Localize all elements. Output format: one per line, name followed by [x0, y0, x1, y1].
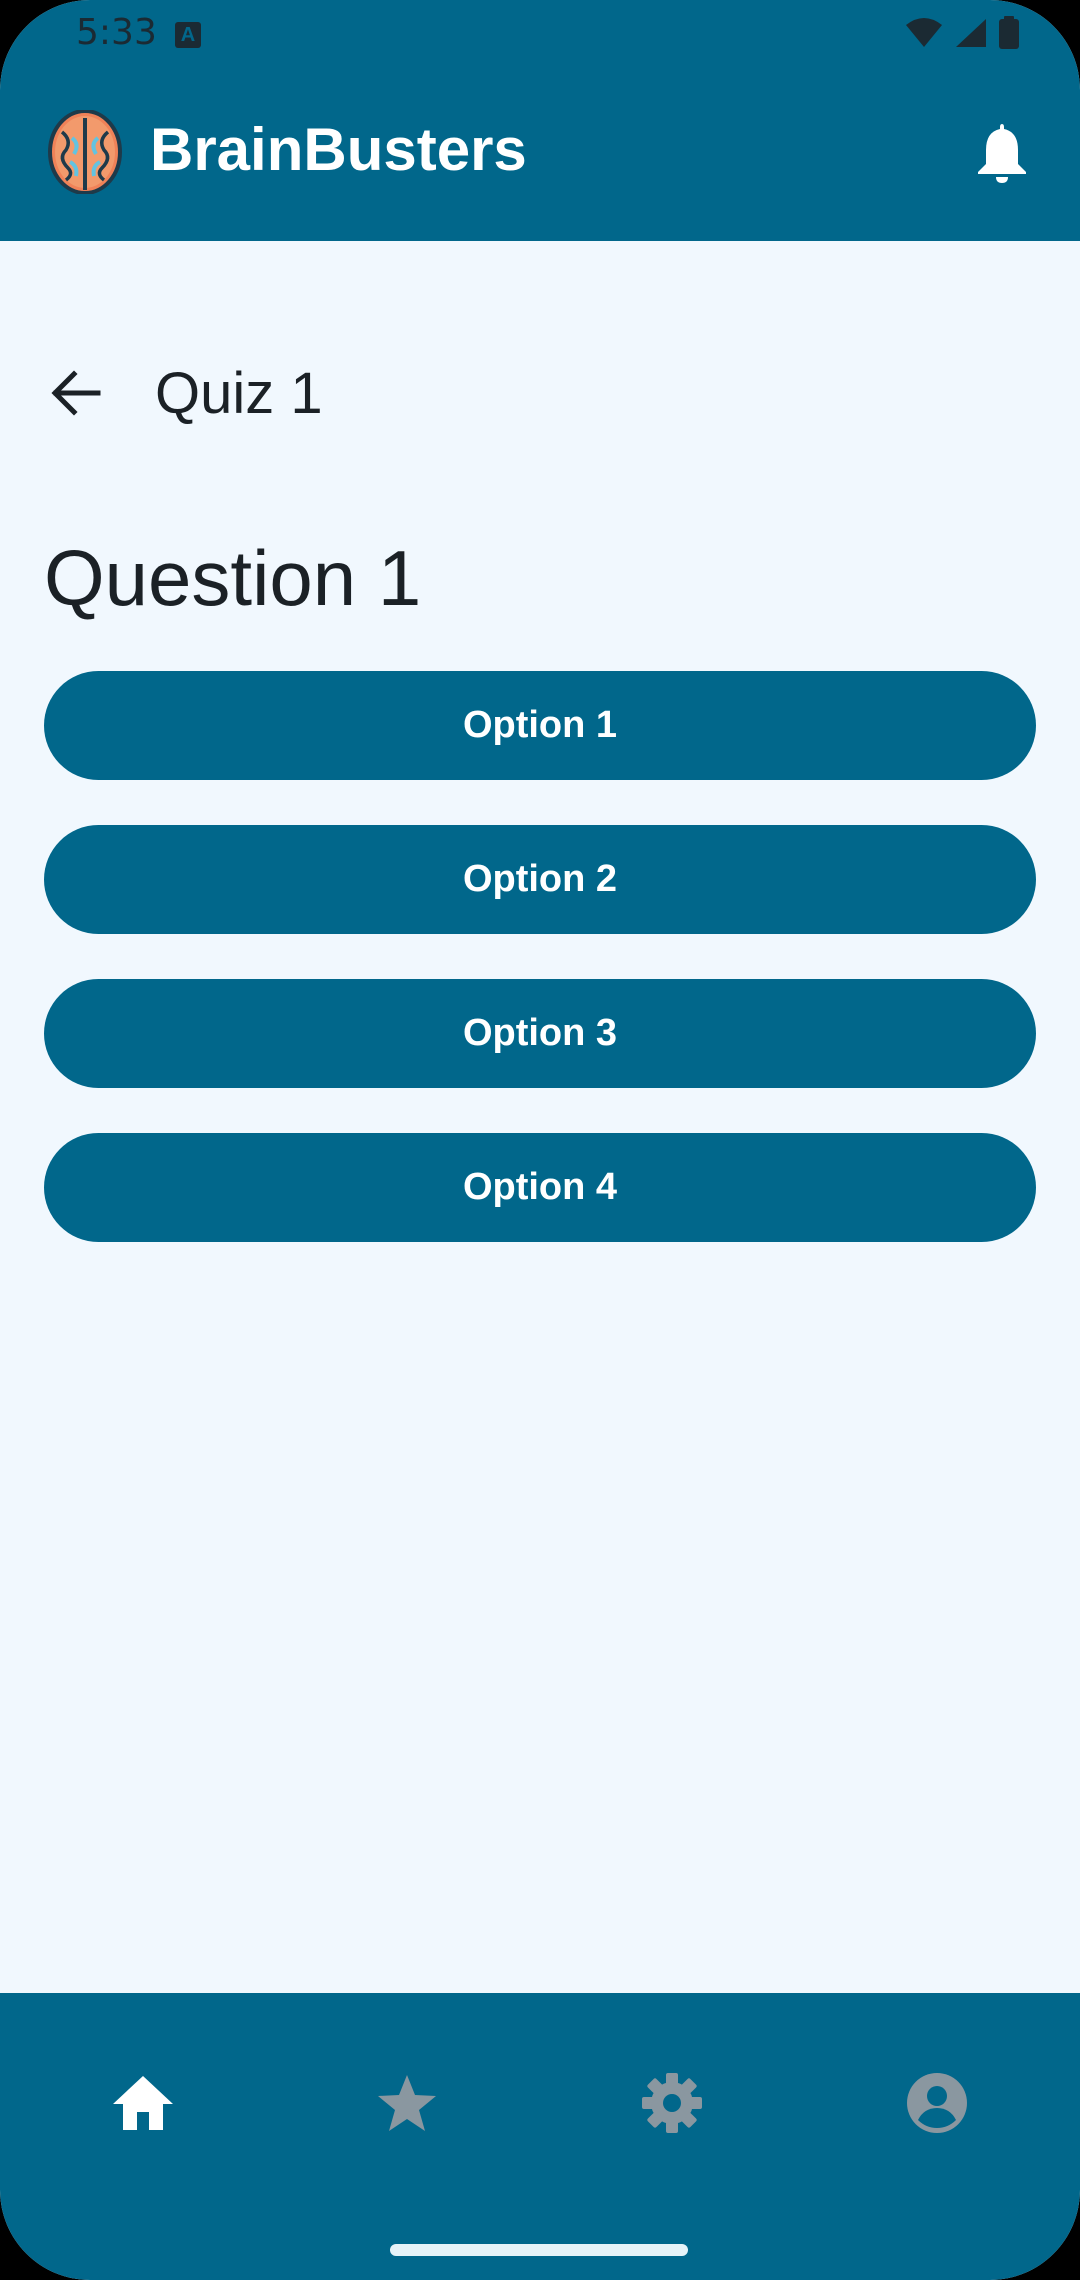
- option-4-button[interactable]: Option 4: [44, 1133, 1036, 1242]
- notification-bell-icon[interactable]: [974, 120, 1030, 184]
- back-arrow-icon[interactable]: [46, 362, 108, 424]
- app-screen: 5:33 A BrainBusters Quiz 1 Question 1 Op…: [0, 0, 1080, 2280]
- battery-icon: [999, 16, 1019, 49]
- option-3-button[interactable]: Option 3: [44, 979, 1036, 1088]
- nav-favorites[interactable]: [367, 2063, 447, 2143]
- nav-home[interactable]: [103, 2063, 183, 2143]
- app-title: BrainBusters: [150, 116, 527, 183]
- gear-icon: [642, 2073, 702, 2133]
- home-gesture-bar[interactable]: [390, 2244, 688, 2256]
- question-text: Question 1: [44, 534, 422, 622]
- bottom-navigation: [0, 1993, 1080, 2280]
- notification-indicator-icon: A: [175, 22, 201, 48]
- status-icons: [904, 16, 1020, 50]
- home-icon: [113, 2076, 173, 2130]
- nav-settings[interactable]: [632, 2063, 712, 2143]
- option-2-button[interactable]: Option 2: [44, 825, 1036, 934]
- wifi-icon: [906, 18, 942, 47]
- nav-profile[interactable]: [897, 2063, 977, 2143]
- status-time: 5:33: [76, 12, 157, 53]
- brain-logo-icon: [48, 110, 122, 194]
- account-icon: [907, 2073, 967, 2133]
- screen-title: Quiz 1: [155, 361, 323, 426]
- star-icon: [378, 2075, 436, 2131]
- cellular-signal-icon: [956, 19, 986, 47]
- top-app-bar: 5:33 A BrainBusters: [0, 0, 1080, 241]
- option-1-button[interactable]: Option 1: [44, 671, 1036, 780]
